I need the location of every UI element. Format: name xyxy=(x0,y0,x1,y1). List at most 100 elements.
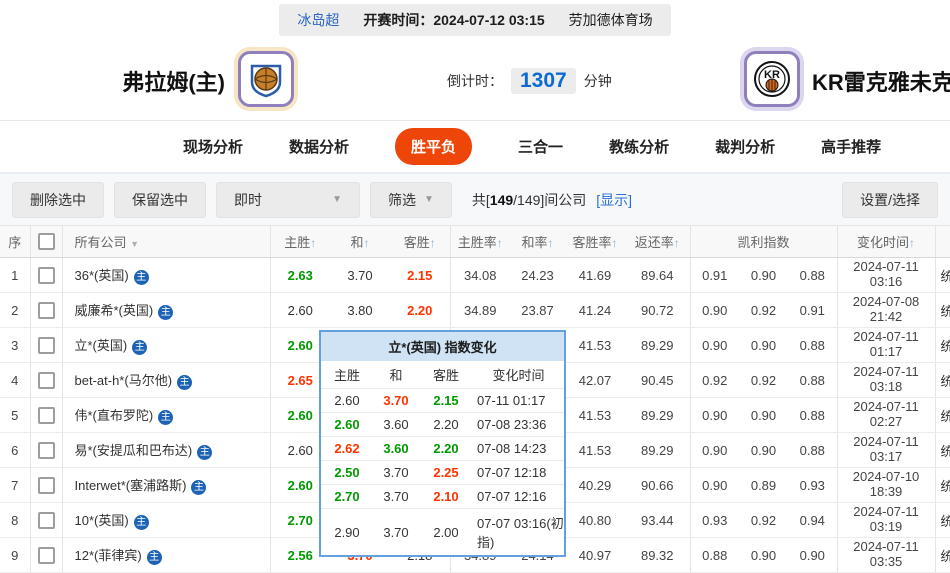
return-rate-cell: 89.29 xyxy=(625,433,690,468)
stats-link-clipped[interactable]: 统计 xyxy=(935,293,950,328)
tab-live-analysis[interactable]: 现场分析 xyxy=(183,136,243,157)
change-time-cell: 2024-07-1103:17 xyxy=(837,433,935,468)
popup-away-odds: 2.10 xyxy=(419,489,473,504)
header-company[interactable]: 所有公司 ▼ xyxy=(62,226,270,258)
tab-data-analysis[interactable]: 数据分析 xyxy=(289,136,349,157)
kelly-away-cell: 0.93 xyxy=(788,468,837,503)
kelly-home-cell: 0.90 xyxy=(690,468,739,503)
popup-draw-odds: 3.70 xyxy=(373,465,419,480)
change-time-cell: 2024-07-1101:17 xyxy=(837,328,935,363)
home-badge: 主 xyxy=(147,550,162,565)
change-clock: 21:42 xyxy=(839,310,934,325)
kelly-draw-cell: 0.89 xyxy=(739,468,788,503)
company-name: 10*(英国) xyxy=(75,513,129,528)
header-home-rate[interactable]: 主胜率↑ xyxy=(450,226,510,258)
header-draw-odds[interactable]: 和↑ xyxy=(330,226,390,258)
row-checkbox[interactable] xyxy=(38,267,55,284)
popup-home-odds: 2.60 xyxy=(321,417,373,432)
filter-dropdown[interactable]: 筛选 ▼ xyxy=(370,182,452,218)
stats-link-clipped[interactable]: 统计 xyxy=(935,503,950,538)
return-rate-cell: 89.32 xyxy=(625,538,690,573)
company-cell[interactable]: 易*(安提瓜和巴布达)主 xyxy=(62,433,270,468)
home-badge: 主 xyxy=(177,375,192,390)
header-return-rate[interactable]: 返还率↑ xyxy=(625,226,690,258)
tab-coach-analysis[interactable]: 教练分析 xyxy=(609,136,669,157)
kelly-home-cell: 0.91 xyxy=(690,258,739,293)
header-home-rate-label: 主胜率 xyxy=(458,235,497,250)
tab-three-in-one[interactable]: 三合一 xyxy=(518,136,563,157)
table-row: 2 威廉希*(英国)主 2.60 3.80 2.20 34.89 23.87 4… xyxy=(0,293,950,328)
popup-away-odds: 2.25 xyxy=(419,465,473,480)
chevron-down-icon: ▼ xyxy=(424,194,434,205)
select-all-checkbox[interactable] xyxy=(38,233,55,250)
row-checkbox[interactable] xyxy=(38,337,55,354)
tab-win-draw-lose[interactable]: 胜平负 xyxy=(395,128,472,165)
kelly-home-cell: 0.90 xyxy=(690,328,739,363)
kelly-away-cell: 0.88 xyxy=(788,398,837,433)
popup-change-time: 07-07 12:18 xyxy=(473,465,564,480)
stats-link-clipped[interactable]: 统计 xyxy=(935,433,950,468)
stats-link-clipped[interactable]: 统计 xyxy=(935,538,950,573)
return-rate-cell: 89.29 xyxy=(625,398,690,433)
tab-expert-recommend[interactable]: 高手推荐 xyxy=(821,136,881,157)
company-cell[interactable]: 威廉希*(英国)主 xyxy=(62,293,270,328)
company-cell[interactable]: 立*(英国)主 xyxy=(62,328,270,363)
draw-odds-cell[interactable]: 3.80 xyxy=(330,293,390,328)
kelly-away-cell: 0.94 xyxy=(788,503,837,538)
company-name: 伟*(直布罗陀) xyxy=(75,408,154,423)
row-checkbox[interactable] xyxy=(38,372,55,389)
chevron-down-icon: ▼ xyxy=(130,239,139,249)
filter-label: 筛选 xyxy=(388,190,416,210)
stats-link-clipped[interactable]: 统计 xyxy=(935,468,950,503)
header-away-rate[interactable]: 客胜率↑ xyxy=(565,226,625,258)
show-link[interactable]: [显示] xyxy=(596,190,632,210)
row-checkbox[interactable] xyxy=(38,407,55,424)
away-odds-cell[interactable]: 2.20 xyxy=(390,293,450,328)
tab-referee-analysis[interactable]: 裁判分析 xyxy=(715,136,775,157)
home-crest-icon xyxy=(247,60,285,98)
sort-asc-icon: ↑ xyxy=(497,236,503,250)
change-clock: 03:19 xyxy=(839,520,934,535)
keep-selected-button[interactable]: 保留选中 xyxy=(114,182,206,218)
instant-odds-value: 即时 xyxy=(234,190,262,210)
row-checkbox[interactable] xyxy=(38,477,55,494)
count-prefix: 共[ xyxy=(472,192,490,208)
draw-odds-cell[interactable]: 3.70 xyxy=(330,258,390,293)
company-cell[interactable]: 10*(英国)主 xyxy=(62,503,270,538)
away-odds-cell[interactable]: 2.15 xyxy=(390,258,450,293)
header-away-odds[interactable]: 客胜↑ xyxy=(390,226,450,258)
stats-link-clipped[interactable]: 统计 xyxy=(935,363,950,398)
sort-asc-icon: ↑ xyxy=(612,236,618,250)
header-change-time[interactable]: 变化时间↑ xyxy=(837,226,935,258)
company-cell[interactable]: 36*(英国)主 xyxy=(62,258,270,293)
header-draw-rate[interactable]: 和率↑ xyxy=(510,226,565,258)
stats-link-clipped[interactable]: 统计 xyxy=(935,398,950,433)
row-checkbox[interactable] xyxy=(38,512,55,529)
home-odds-cell[interactable]: 2.63 xyxy=(270,258,330,293)
sort-asc-icon: ↑ xyxy=(548,236,554,250)
company-cell[interactable]: bet-at-h*(马尔他)主 xyxy=(62,363,270,398)
header-home-odds[interactable]: 主胜↑ xyxy=(270,226,330,258)
home-odds-cell[interactable]: 2.60 xyxy=(270,293,330,328)
sort-asc-icon: ↑ xyxy=(430,236,436,250)
stats-link-clipped[interactable]: 统计 xyxy=(935,258,950,293)
company-cell[interactable]: 伟*(直布罗陀)主 xyxy=(62,398,270,433)
header-return-rate-label: 返还率 xyxy=(635,235,674,250)
popup-away-odds: 2.20 xyxy=(419,417,473,432)
row-checkbox[interactable] xyxy=(38,547,55,564)
company-cell[interactable]: Interwet*(塞浦路斯)主 xyxy=(62,468,270,503)
instant-odds-select[interactable]: 即时 ▼ xyxy=(216,182,360,218)
popup-change-time: 07-08 14:23 xyxy=(473,441,564,456)
company-cell[interactable]: 12*(菲律宾)主 xyxy=(62,538,270,573)
table-row: 1 36*(英国)主 2.63 3.70 2.15 34.08 24.23 41… xyxy=(0,258,950,293)
league-name[interactable]: 冰岛超 xyxy=(297,10,339,30)
popup-col-home: 主胜 xyxy=(321,365,373,384)
delete-selected-button[interactable]: 删除选中 xyxy=(12,182,104,218)
row-checkbox[interactable] xyxy=(38,302,55,319)
stats-link-clipped[interactable]: 统计 xyxy=(935,328,950,363)
settings-select-button[interactable]: 设置/选择 xyxy=(842,182,938,218)
popup-home-odds: 2.70 xyxy=(321,489,373,504)
return-rate-cell: 89.29 xyxy=(625,328,690,363)
row-checkbox[interactable] xyxy=(38,442,55,459)
row-index: 4 xyxy=(0,363,30,398)
